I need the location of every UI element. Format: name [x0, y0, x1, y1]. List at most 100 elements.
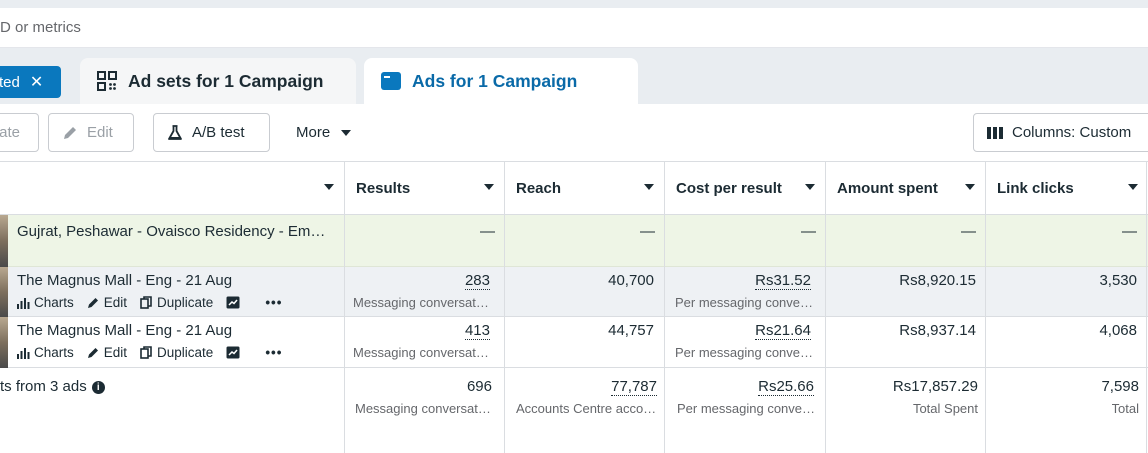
results-value[interactable]: 413 — [464, 322, 490, 340]
column-header-label: Cost per result — [676, 180, 782, 197]
total-results-value: 696 — [466, 378, 492, 395]
more-actions-icon[interactable]: ••• — [265, 345, 282, 360]
link-clicks-value: 3,530 — [1099, 272, 1137, 289]
column-divider[interactable] — [825, 162, 826, 453]
table-row[interactable]: The Magnus Mall - Eng - 21 Aug Charts Ed… — [0, 317, 1148, 368]
totals-row: ts from 3 ads i 696 Messaging conversat… … — [0, 368, 1148, 453]
ab-test-button[interactable]: A/B test — [153, 113, 270, 152]
totals-label: ts from 3 ads i — [0, 378, 105, 395]
total-link-clicks-value: 7,598 — [1101, 378, 1139, 395]
sort-caret-icon[interactable] — [484, 184, 494, 190]
amount-spent-value: Rs8,920.15 — [899, 272, 976, 289]
more-actions-icon[interactable]: ••• — [265, 295, 282, 310]
grid-icon — [96, 70, 118, 92]
view-chart-link[interactable] — [226, 296, 244, 309]
charts-label: Charts — [34, 345, 74, 360]
sort-caret-icon[interactable] — [644, 184, 654, 190]
reach-value: 40,700 — [608, 272, 654, 289]
campaign-row[interactable]: Gujrat, Peshawar - Ovaisco Residency - E… — [0, 215, 1148, 267]
tab-ads-label: Ads for 1 Campaign — [412, 70, 578, 91]
filter-chip[interactable]: ted ✕ — [0, 66, 61, 98]
ad-name[interactable]: The Magnus Mall - Eng - 21 Aug — [17, 272, 232, 289]
pencil-icon — [64, 126, 76, 139]
caret-down-icon — [341, 129, 352, 136]
columns-button[interactable]: Columns: Custom — [973, 113, 1148, 152]
columns-icon — [987, 126, 1003, 139]
sort-caret-icon[interactable] — [324, 184, 334, 190]
filter-chip-label: ted — [0, 73, 20, 91]
reach-value: — — [640, 223, 655, 240]
ad-thumbnail — [0, 267, 8, 317]
close-icon[interactable]: ✕ — [30, 72, 43, 92]
top-strip — [0, 0, 1148, 8]
toolbar: ate Edit A/B test More Columns: Custom — [0, 104, 1148, 162]
column-header-label: Amount spent — [837, 180, 938, 197]
column-header-cost-per-result[interactable]: Cost per result — [664, 162, 825, 215]
ad-thumbnail — [0, 317, 8, 368]
cost-subtext: Per messaging conve… — [675, 345, 814, 360]
duplicate-link[interactable]: Duplicate — [140, 295, 213, 310]
total-cost-subtext: Per messaging conve… — [677, 401, 816, 416]
total-results-subtext: Messaging conversat… — [355, 401, 491, 416]
edit-button[interactable]: Edit — [48, 113, 134, 152]
create-button-label: ate — [0, 124, 20, 141]
ab-test-label: A/B test — [192, 124, 245, 141]
results-value[interactable]: 283 — [464, 272, 490, 290]
total-amount-spent-value: Rs17,857.29 — [892, 378, 978, 395]
total-amount-subtext: Total Spent — [912, 401, 978, 416]
link-clicks-value: — — [1122, 223, 1137, 240]
edit-link[interactable]: Edit — [87, 295, 127, 310]
column-header-results[interactable]: Results — [344, 162, 504, 215]
more-dropdown[interactable]: More — [284, 113, 372, 152]
search-bar[interactable]: D or metrics — [0, 8, 1148, 48]
edit-link[interactable]: Edit — [87, 345, 127, 360]
search-placeholder: D or metrics — [0, 19, 81, 36]
column-header-amount-spent[interactable]: Amount spent — [825, 162, 985, 215]
columns-label: Columns: Custom — [1012, 124, 1132, 141]
ads-table: Results Reach Cost per result Amount spe… — [0, 162, 1148, 453]
bar-chart-icon — [17, 297, 30, 309]
table-row[interactable]: The Magnus Mall - Eng - 21 Aug Charts Ed… — [0, 267, 1148, 317]
tab-ad-sets-label: Ad sets for 1 Campaign — [128, 70, 324, 91]
column-header-label: Link clicks — [997, 180, 1074, 197]
total-reach-value[interactable]: 77,787 — [611, 378, 657, 396]
column-divider[interactable] — [985, 162, 986, 453]
charts-label: Charts — [34, 295, 74, 310]
column-header-link-clicks[interactable]: Link clicks — [985, 162, 1148, 215]
column-header-name[interactable] — [0, 162, 344, 215]
duplicate-label: Duplicate — [157, 295, 214, 310]
ad-name[interactable]: The Magnus Mall - Eng - 21 Aug — [17, 322, 232, 339]
sort-caret-icon[interactable] — [965, 184, 975, 190]
trend-chart-icon — [226, 296, 240, 309]
charts-link[interactable]: Charts — [17, 295, 74, 310]
column-header-reach[interactable]: Reach — [504, 162, 664, 215]
link-clicks-value: 4,068 — [1099, 322, 1137, 339]
column-header-label: Reach — [516, 180, 562, 197]
total-reach-subtext: Accounts Centre acco… — [516, 401, 657, 416]
total-cost-per-result-value[interactable]: Rs25.66 — [758, 378, 814, 396]
edit-label: Edit — [103, 345, 128, 360]
row-actions: Charts Edit Duplicate ••• — [17, 345, 296, 360]
tab-ads[interactable]: Ads for 1 Campaign — [364, 58, 638, 104]
sort-caret-icon[interactable] — [1128, 184, 1138, 190]
duplicate-label: Duplicate — [157, 345, 214, 360]
row-actions: Charts Edit Duplicate ••• — [17, 295, 296, 310]
column-divider[interactable] — [344, 162, 345, 453]
column-divider[interactable] — [504, 162, 505, 453]
charts-link[interactable]: Charts — [17, 345, 74, 360]
totals-label-text: ts from 3 ads — [0, 378, 87, 395]
results-subtext: Messaging conversat… — [353, 345, 489, 360]
tab-ad-sets[interactable]: Ad sets for 1 Campaign — [80, 58, 356, 104]
sort-caret-icon[interactable] — [805, 184, 815, 190]
view-chart-link[interactable] — [226, 346, 244, 359]
duplicate-link[interactable]: Duplicate — [140, 345, 213, 360]
cost-per-result-value[interactable]: Rs31.52 — [755, 272, 811, 290]
cost-per-result-value[interactable]: Rs21.64 — [755, 322, 811, 340]
create-button[interactable]: ate — [0, 113, 39, 152]
column-divider[interactable] — [664, 162, 665, 453]
info-icon[interactable]: i — [91, 381, 105, 394]
table-header: Results Reach Cost per result Amount spe… — [0, 162, 1148, 215]
campaign-name[interactable]: Gujrat, Peshawar - Ovaisco Residency - E… — [17, 223, 325, 240]
edit-label: Edit — [103, 295, 128, 310]
column-divider[interactable] — [1146, 162, 1147, 453]
